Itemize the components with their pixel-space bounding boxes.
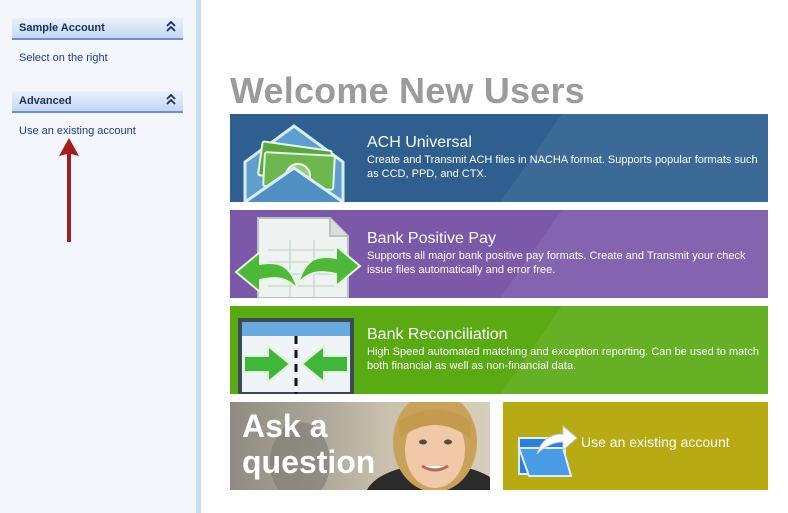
tile-bank-positive-pay[interactable]: Bank Positive Pay Supports all major ban… <box>230 210 768 298</box>
tile-bank-reconciliation[interactable]: Bank Reconciliation High Speed automated… <box>230 306 768 394</box>
red-arrow-icon <box>59 138 79 242</box>
ask-a-question-tile[interactable]: Ask a question <box>230 402 490 490</box>
ask-a-question-label: Ask a question <box>242 408 376 480</box>
page-title: Welcome New Users <box>230 70 585 111</box>
use-existing-account-label: Use an existing account <box>581 434 730 450</box>
collapse-icon[interactable] <box>166 20 176 34</box>
panel-title: Advanced <box>19 95 72 107</box>
document-arrows-icon <box>234 217 362 298</box>
tile-title: Bank Reconciliation <box>367 326 508 343</box>
tile-ach-universal[interactable]: ACH Universal Create and Transmit ACH fi… <box>230 114 768 202</box>
tile-description: Supports all major bank positive pay for… <box>367 250 746 276</box>
sidebar: Sample Account Select on the right Advan… <box>0 0 196 513</box>
tile-title: ACH Universal <box>367 134 472 151</box>
open-folder-icon <box>517 424 578 477</box>
panel-header-sample-account[interactable]: Sample Account <box>12 18 183 40</box>
collapse-icon[interactable] <box>166 93 176 107</box>
panel-header-advanced[interactable]: Advanced <box>12 91 183 113</box>
tile-description: High Speed automated matching and except… <box>367 346 759 372</box>
match-arrows-icon <box>238 318 354 394</box>
use-existing-account-tile[interactable]: Use an existing account <box>503 402 768 490</box>
select-on-right-link[interactable]: Select on the right <box>19 52 108 64</box>
panel-title: Sample Account <box>19 22 105 34</box>
use-existing-account-link[interactable]: Use an existing account <box>19 125 136 137</box>
tile-description: Create and Transmit ACH files in NACHA f… <box>367 154 758 180</box>
money-envelope-icon <box>243 124 345 202</box>
sidebar-divider <box>196 0 201 513</box>
tile-title: Bank Positive Pay <box>367 230 496 247</box>
